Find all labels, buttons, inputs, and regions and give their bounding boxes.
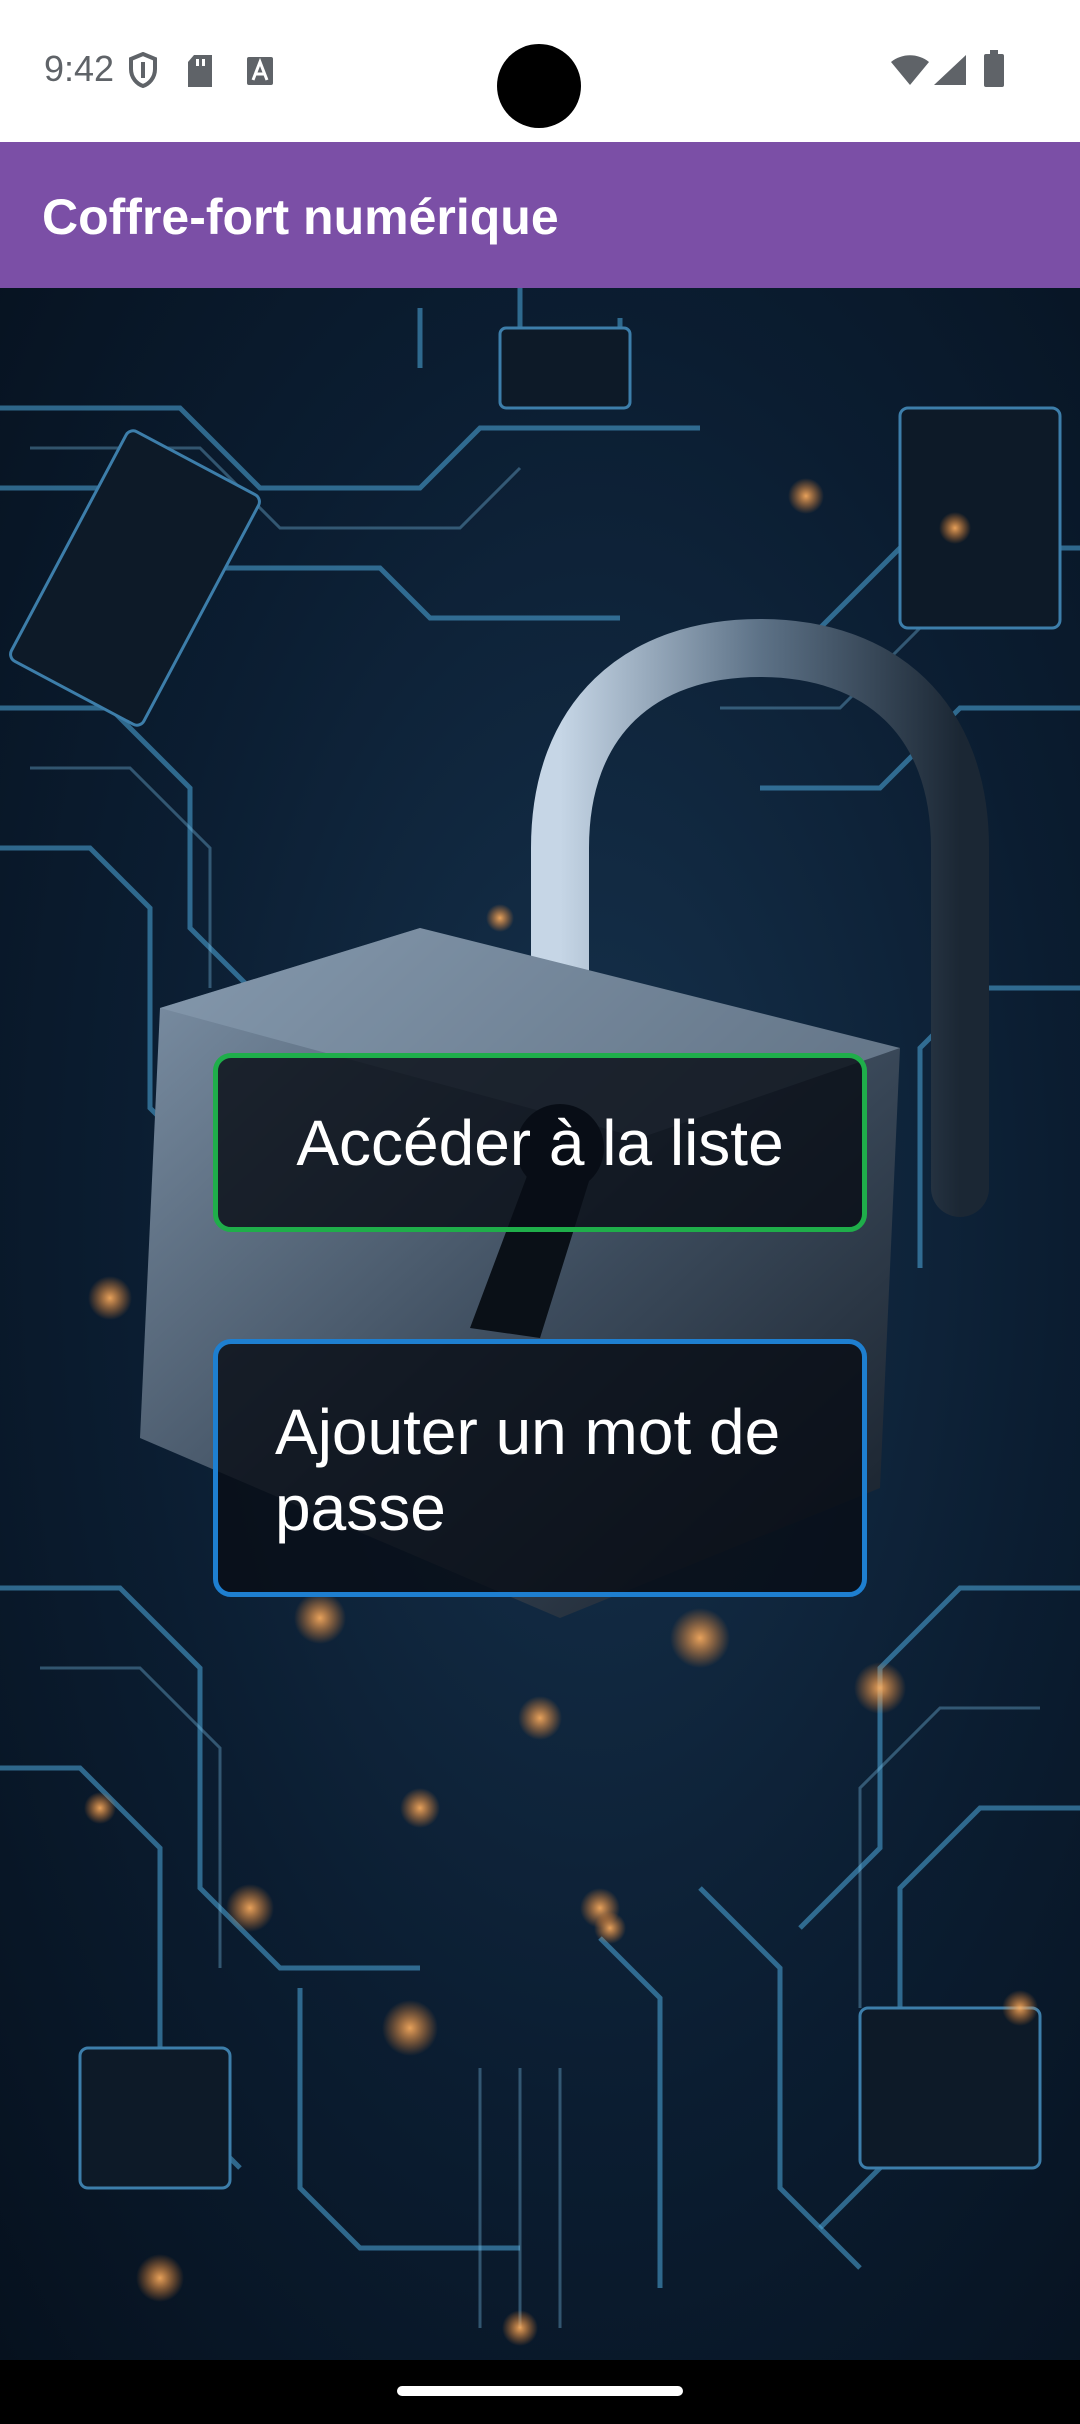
signal-icon — [933, 54, 967, 91]
status-time: 9:42 — [44, 48, 115, 89]
app-title: Coffre-fort numérique — [42, 189, 559, 245]
camera-cutout — [497, 44, 581, 128]
access-list-label: Accéder à la liste — [296, 1106, 784, 1179]
status-bar: 9:42 — [0, 0, 1080, 142]
shield-icon — [128, 51, 158, 93]
wifi-icon — [890, 54, 930, 91]
padlock-circuit-illustration — [0, 288, 1080, 2346]
add-password-button[interactable]: Ajouter un mot de passe — [213, 1339, 867, 1597]
gesture-handle[interactable] — [397, 2386, 683, 2396]
screen: 9:42 Coffre-fort numérique Accéder à la … — [0, 0, 1080, 2424]
background-image — [0, 288, 1080, 2360]
app-bar: Coffre-fort numérique — [0, 142, 1080, 288]
add-password-label: Ajouter un mot de passe — [275, 1396, 781, 1544]
battery-icon — [983, 50, 1005, 93]
access-list-button[interactable]: Accéder à la liste — [213, 1053, 867, 1232]
font-a-icon — [246, 56, 274, 91]
sd-card-icon — [186, 54, 214, 93]
